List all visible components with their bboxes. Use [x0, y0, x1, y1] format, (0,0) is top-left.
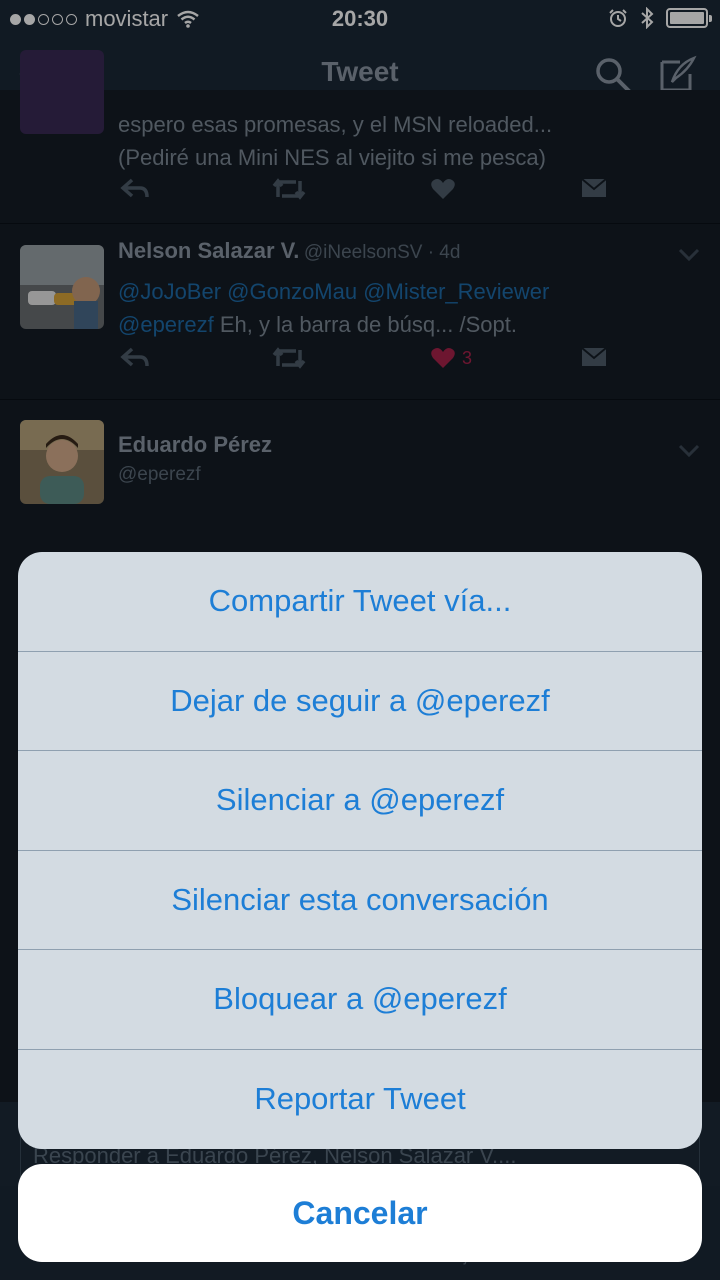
block-user-button[interactable]: Bloquear a @eperezf: [18, 950, 702, 1050]
report-tweet-button[interactable]: Reportar Tweet: [18, 1050, 702, 1150]
mute-conversation-button[interactable]: Silenciar esta conversación: [18, 851, 702, 950]
unfollow-button[interactable]: Dejar de seguir a @eperezf: [18, 652, 702, 751]
action-sheet: Compartir Tweet vía... Dejar de seguir a…: [18, 552, 702, 1149]
mute-user-button[interactable]: Silenciar a @eperezf: [18, 751, 702, 851]
share-tweet-button[interactable]: Compartir Tweet vía...: [18, 552, 702, 652]
cancel-button[interactable]: Cancelar: [18, 1164, 702, 1262]
